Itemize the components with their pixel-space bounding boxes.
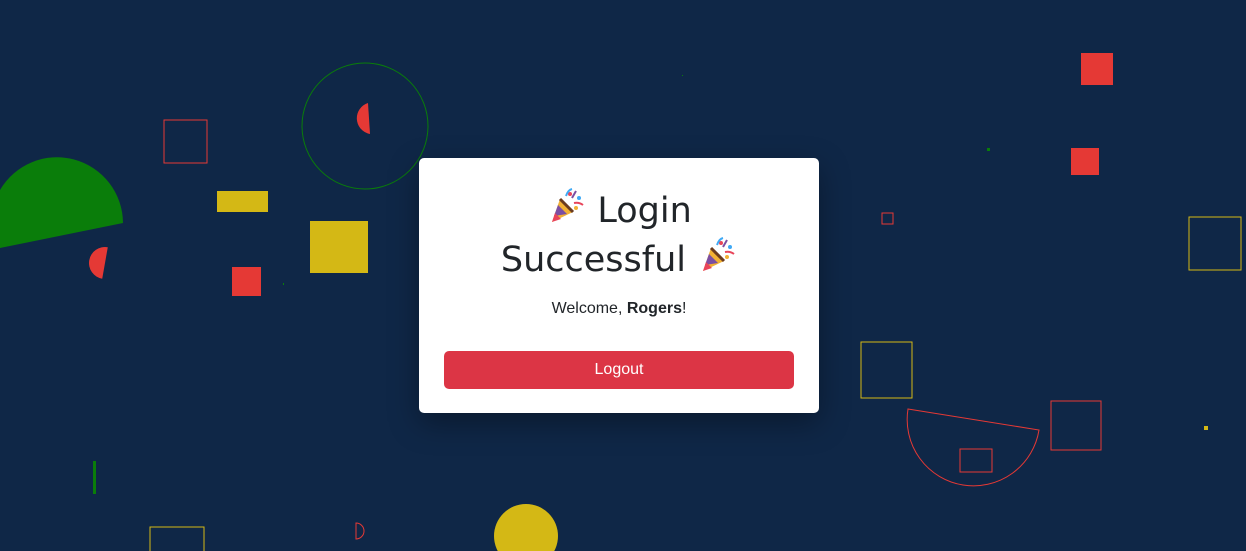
red-outline-square-right: [1050, 400, 1102, 451]
red-square-top-right: [1081, 53, 1113, 85]
red-outline-semicircle: [906, 408, 1040, 487]
red-d-outline: [355, 522, 365, 540]
red-square-shape: [232, 267, 261, 296]
yellow-square-shape: [310, 221, 368, 273]
yellow-bar-shape: [217, 191, 268, 212]
red-outline-small-rect: [959, 448, 993, 473]
green-line-shape: [93, 461, 96, 494]
yellow-outline-rect-bottom: [149, 526, 205, 551]
username: Rogers: [626, 300, 682, 317]
red-half-circle-shape: [89, 247, 108, 279]
red-square-right: [1071, 148, 1099, 175]
tiny-green-dot: [682, 75, 683, 76]
logout-button[interactable]: Logout: [444, 351, 794, 389]
tiny-green-dot-3: [987, 148, 990, 151]
party-popper-icon: [703, 237, 735, 271]
red-half-circle-inner: [356, 103, 370, 134]
login-success-card: Login Successful Welcome, Rogers! Logout: [419, 158, 819, 413]
welcome-suffix: !: [681, 300, 687, 317]
title-line-1: Login: [597, 191, 692, 231]
yellow-outline-square-mid: [860, 341, 913, 399]
tiny-yellow-dot: [1204, 426, 1208, 430]
welcome-prefix: Welcome,: [551, 300, 627, 317]
green-semicircle-shape: [0, 157, 123, 248]
yellow-outline-square-right: [1188, 216, 1242, 271]
party-popper-icon: [552, 188, 584, 222]
red-outline-tiny-square: [881, 212, 894, 225]
title-line-2: Successful: [500, 240, 686, 280]
welcome-message: Welcome, Rogers!: [444, 300, 794, 318]
tiny-green-dot-2: [283, 283, 284, 285]
yellow-circle-shape: [494, 504, 558, 551]
page-title: Login Successful: [444, 186, 794, 284]
red-outline-square: [163, 119, 208, 164]
